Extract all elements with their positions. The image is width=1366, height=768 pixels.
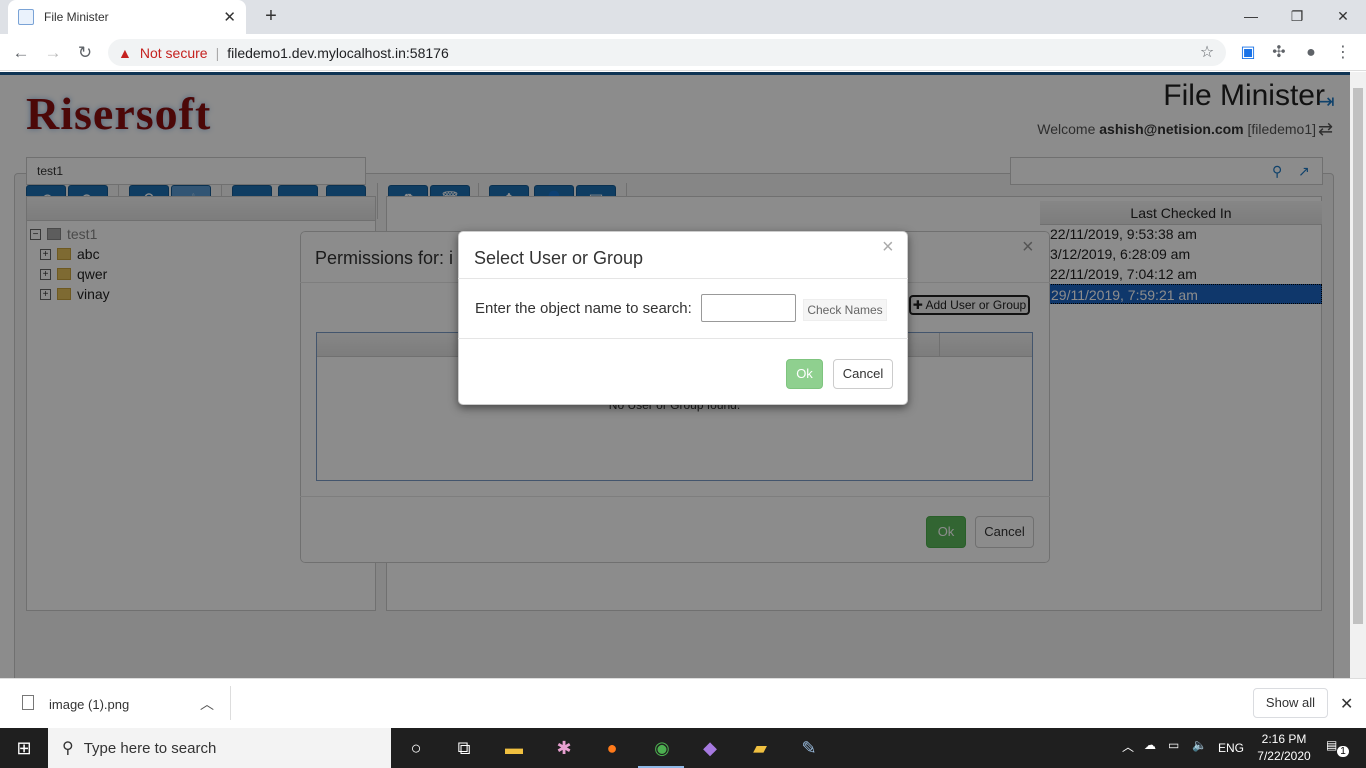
new-tab-icon[interactable]: + [258,4,284,30]
onedrive-icon[interactable]: ☁ [1144,738,1156,752]
file-explorer-icon[interactable]: ▬ [500,736,528,760]
select-cancel-button[interactable]: Cancel [833,359,893,389]
select-ok-button[interactable]: Ok [786,359,823,389]
url-text[interactable]: filedemo1.dev.mylocalhost.in:58176 [227,45,449,61]
reload-icon[interactable]: ↻ [72,40,98,66]
notification-count: 1 [1337,746,1349,757]
restore-icon[interactable]: ❐ [1274,2,1320,30]
taskbar-search-placeholder: Type here to search [83,739,217,757]
window-close-icon[interactable]: ✕ [1320,2,1366,30]
browser-menu-icon[interactable]: ⋮ [1332,42,1354,64]
show-all-button[interactable]: Show all [1253,688,1328,718]
search-label: Enter the object name to search: [475,300,692,317]
extension-trello-icon[interactable]: ▣ [1237,42,1259,64]
network-icon[interactable]: ▭ [1168,738,1179,752]
page-favicon-icon [18,9,34,25]
divider [230,686,231,720]
close-download-bar-icon[interactable]: ✕ [1340,694,1353,714]
bookmark-star-icon[interactable]: ☆ [1196,42,1218,64]
language-indicator[interactable]: ENG [1218,741,1244,755]
browser-tab[interactable]: File Minister ✕ [8,0,246,34]
visual-studio-icon[interactable]: ◆ [696,736,724,760]
search-icon: ⚲ [62,740,74,757]
select-user-title: Select User or Group [474,248,644,268]
slack-icon[interactable]: ✱ [550,736,578,760]
paint-icon[interactable]: ✎ [795,736,823,760]
not-secure-label[interactable]: Not secure [140,45,208,61]
warning-icon: ▲ [118,44,132,61]
clock-time: 2:16 PM [1261,732,1307,746]
address-separator: | [215,44,220,61]
clock[interactable]: 2:16 PM 7/22/2020 [1252,731,1316,765]
divider [458,278,908,279]
chevron-up-icon[interactable]: ︿ [200,694,214,714]
volume-icon[interactable]: 🔈 [1192,738,1207,752]
back-icon[interactable]: ← [8,40,34,66]
tab-title: File Minister [44,10,109,24]
check-names-button[interactable]: Check Names [803,299,887,321]
windows-start-icon[interactable]: ⊞ [0,728,48,768]
app-icon[interactable]: ▰ [746,736,774,760]
firefox-icon[interactable]: ● [598,736,626,760]
extensions-puzzle-icon[interactable]: ✣ [1268,42,1290,64]
object-name-input[interactable] [701,294,796,322]
download-filename[interactable]: image (1).png [49,697,129,712]
file-icon [22,695,34,710]
address-bar[interactable]: ▲ Not secure | filedemo1.dev.mylocalhost… [108,39,1226,66]
scrollbar-thumb[interactable] [1353,88,1363,624]
minimize-icon[interactable]: — [1228,2,1274,30]
notification-icon[interactable]: ▤ [1326,738,1337,752]
chrome-icon[interactable]: ◉ [648,736,676,760]
profile-icon[interactable]: ● [1300,42,1322,64]
taskbar-search[interactable]: ⚲ Type here to search [48,728,391,768]
task-view-icon[interactable]: ⧉ [450,736,478,760]
forward-icon[interactable]: → [40,40,66,66]
chevron-up-icon[interactable]: ︿ [1122,738,1134,755]
cortana-icon[interactable]: ○ [402,736,430,760]
tab-close-icon[interactable]: ✕ [223,8,236,26]
select-user-close-icon[interactable]: × [882,236,894,259]
clock-date: 7/22/2020 [1257,749,1311,763]
divider [458,338,908,339]
